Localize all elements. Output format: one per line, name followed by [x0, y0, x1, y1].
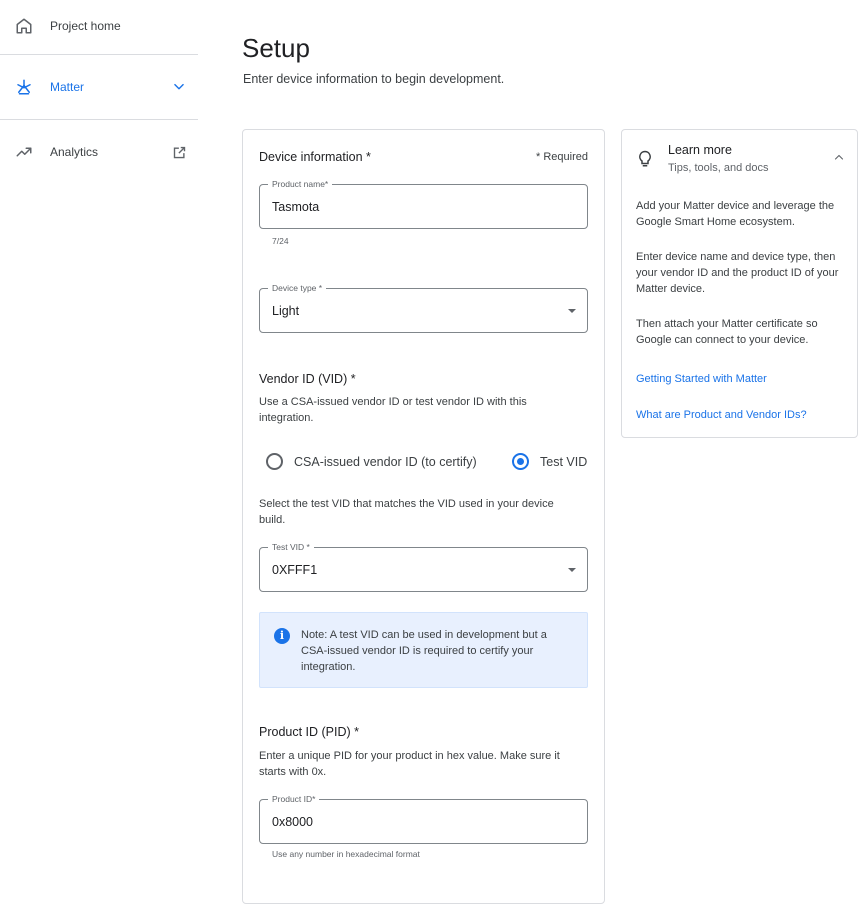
- test-vid-note: i Note: A test VID can be used in develo…: [259, 612, 588, 688]
- open-in-new-icon[interactable]: [170, 143, 188, 161]
- radio-circle[interactable]: [512, 453, 529, 470]
- product-name-field[interactable]: Product name* Tasmota: [259, 178, 588, 229]
- link-getting-started-with-matter[interactable]: Getting Started with Matter: [636, 373, 767, 385]
- product-id-input[interactable]: 0x8000: [272, 815, 313, 829]
- radio-label: CSA-issued vendor ID (to certify): [294, 454, 477, 469]
- product-id-title: Product ID (PID) *: [259, 725, 360, 739]
- sidebar: Project home Matter Analytics: [0, 0, 198, 181]
- sidebar-item-matter[interactable]: Matter: [0, 58, 198, 116]
- learn-more-panel: Learn more Tips, tools, and docs Add you…: [621, 129, 858, 438]
- product-name-input[interactable]: Tasmota: [272, 200, 319, 214]
- lightbulb-icon: [636, 149, 654, 169]
- radio-circle[interactable]: [266, 453, 283, 470]
- device-type-select[interactable]: Device type * Light: [259, 282, 588, 333]
- dropdown-arrow-icon: [568, 568, 576, 572]
- sidebar-divider: [0, 119, 198, 120]
- sidebar-item-label: Project home: [50, 19, 121, 33]
- sidebar-item-project-home[interactable]: Project home: [0, 1, 198, 51]
- dropdown-arrow-icon: [568, 309, 576, 313]
- setup-form-card: Device information * * Required Product …: [242, 129, 605, 904]
- radio-csa-vendor-id[interactable]: CSA-issued vendor ID (to certify): [266, 453, 477, 470]
- page-subtitle: Enter device information to begin develo…: [243, 72, 505, 86]
- link-product-vendor-ids[interactable]: What are Product and Vendor IDs?: [636, 409, 807, 421]
- learn-more-paragraph: Then attach your Matter certificate so G…: [636, 318, 818, 346]
- product-name-label: Product name*: [268, 178, 333, 190]
- learn-more-paragraph: Add your Matter device and leverage the …: [636, 200, 835, 228]
- device-info-title: Device information *: [259, 150, 371, 164]
- test-vid-select[interactable]: Test VID * 0XFFF1: [259, 541, 588, 592]
- test-vid-value: 0XFFF1: [272, 563, 318, 577]
- radio-test-vid[interactable]: Test VID: [512, 453, 587, 470]
- learn-more-paragraph: Enter device name and device type, then …: [636, 251, 839, 295]
- required-note: * Required: [536, 151, 588, 163]
- analytics-icon: [14, 142, 34, 162]
- device-type-label: Device type *: [268, 282, 327, 294]
- product-id-description: Enter a unique PID for your product in h…: [259, 750, 560, 778]
- sidebar-item-label: Matter: [50, 80, 85, 94]
- device-type-value: Light: [272, 304, 300, 318]
- radio-label: Test VID: [540, 454, 588, 469]
- info-icon: i: [274, 628, 290, 644]
- test-vid-label: Test VID *: [268, 541, 314, 553]
- matter-icon: [14, 77, 34, 97]
- product-id-hint: Use any number in hexadecimal format: [272, 849, 420, 859]
- test-vid-description: Select the test VID that matches the VID…: [259, 498, 554, 526]
- page-title: Setup: [242, 33, 310, 63]
- chevron-up-icon[interactable]: [833, 150, 847, 164]
- sidebar-item-analytics[interactable]: Analytics: [0, 123, 198, 181]
- home-icon: [14, 16, 34, 36]
- sidebar-divider: [0, 54, 198, 55]
- learn-more-subtitle: Tips, tools, and docs: [668, 162, 769, 174]
- sidebar-item-label: Analytics: [50, 145, 99, 159]
- learn-more-title: Learn more: [668, 143, 732, 157]
- note-text: Note: A test VID can be used in developm…: [301, 629, 547, 673]
- product-name-counter: 7/24: [272, 236, 289, 246]
- chevron-down-icon[interactable]: [170, 78, 188, 96]
- product-id-label: Product ID*: [268, 793, 320, 805]
- vendor-id-title: Vendor ID (VID) *: [259, 372, 356, 386]
- vendor-id-description: Use a CSA-issued vendor ID or test vendo…: [259, 396, 527, 424]
- product-id-field[interactable]: Product ID* 0x8000: [259, 793, 588, 844]
